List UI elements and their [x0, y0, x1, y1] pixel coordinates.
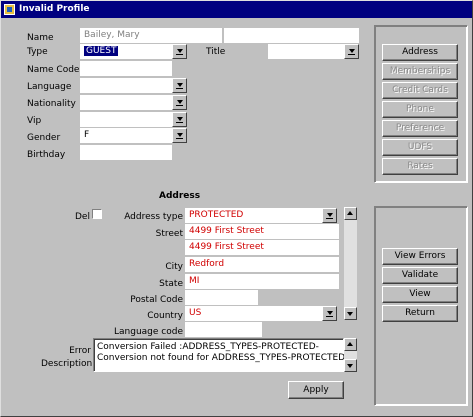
- language-field[interactable]: [80, 78, 172, 93]
- title-dropdown-button[interactable]: [344, 44, 359, 59]
- city-label: City: [165, 262, 183, 272]
- window-title: Invalid Profile: [19, 4, 90, 14]
- view-button[interactable]: View: [382, 286, 458, 303]
- language-label: Language: [27, 82, 72, 92]
- country-label: Country: [147, 311, 183, 321]
- title-label: Title: [206, 47, 226, 57]
- address-type-dropdown-button[interactable]: [322, 208, 337, 223]
- nationality-field[interactable]: [80, 95, 172, 110]
- gender-dropdown-button[interactable]: [172, 128, 187, 143]
- error-description-box[interactable]: Conversion Failed :ADDRESS_TYPES-PROTECT…: [93, 338, 346, 372]
- vip-label: Vip: [27, 116, 42, 126]
- address-button[interactable]: Address: [382, 44, 458, 61]
- postal-code-field[interactable]: [185, 290, 258, 305]
- birthday-field[interactable]: [80, 145, 172, 160]
- title-field[interactable]: [268, 44, 344, 59]
- state-label: State: [159, 279, 183, 289]
- country-field[interactable]: US: [185, 306, 322, 321]
- street-field-1[interactable]: 4499 First Street: [185, 224, 339, 239]
- udfs-button[interactable]: UDFS: [382, 139, 458, 156]
- type-field[interactable]: GUEST: [80, 44, 172, 59]
- birthday-label: Birthday: [27, 150, 66, 160]
- street-field-2[interactable]: 4499 First Street: [185, 240, 339, 255]
- state-field[interactable]: MI: [185, 274, 339, 289]
- first-name-field[interactable]: [224, 28, 359, 43]
- memberships-button[interactable]: Memberships: [382, 63, 458, 80]
- error-line-2: Conversion not found for ADDRESS_TYPES-P…: [97, 353, 346, 363]
- type-label: Type: [27, 47, 48, 57]
- language-dropdown-button[interactable]: [172, 78, 187, 93]
- language-code-label: Language code: [114, 327, 183, 337]
- gender-field[interactable]: F: [80, 128, 172, 143]
- error-line-1: Conversion Failed :ADDRESS_TYPES-PROTECT…: [97, 342, 319, 352]
- description-label: Description: [41, 359, 93, 369]
- name-code-field[interactable]: [80, 61, 172, 76]
- credit-cards-button[interactable]: Credit Cards: [382, 82, 458, 99]
- title-bar: Invalid Profile: [1, 1, 472, 18]
- error-label: Error: [69, 346, 91, 356]
- vip-dropdown-button[interactable]: [172, 112, 187, 127]
- address-heading: Address: [159, 191, 201, 201]
- scroll-down-arrow-icon[interactable]: [344, 307, 357, 320]
- error-scroll-up-icon[interactable]: [344, 338, 357, 351]
- gender-label: Gender: [27, 133, 61, 143]
- phone-button[interactable]: Phone: [382, 101, 458, 118]
- name-label: Name: [27, 33, 54, 43]
- apply-button[interactable]: Apply: [288, 381, 344, 399]
- app-icon: [4, 4, 15, 15]
- return-button[interactable]: Return: [382, 305, 458, 322]
- name-code-label: Name Code: [27, 65, 80, 75]
- address-scrollbar[interactable]: [344, 207, 357, 320]
- vip-field[interactable]: [80, 112, 172, 127]
- address-type-field[interactable]: PROTECTED: [185, 208, 322, 223]
- address-type-label: Address type: [124, 212, 183, 222]
- preference-button[interactable]: Preference: [382, 120, 458, 137]
- nationality-label: Nationality: [27, 99, 76, 109]
- invalid-profile-window: Invalid Profile Name Bailey, Mary Type G…: [0, 0, 473, 417]
- error-scroll-down-icon[interactable]: [344, 359, 357, 372]
- country-dropdown-button[interactable]: [322, 306, 337, 321]
- nationality-dropdown-button[interactable]: [172, 95, 187, 110]
- city-field[interactable]: Redford: [185, 257, 339, 272]
- street-label: Street: [155, 229, 183, 239]
- scroll-up-arrow-icon[interactable]: [344, 207, 357, 220]
- validate-button[interactable]: Validate: [382, 267, 458, 284]
- type-dropdown-button[interactable]: [172, 44, 187, 59]
- view-errors-button[interactable]: View Errors: [382, 248, 458, 265]
- postal-code-label: Postal Code: [130, 295, 183, 305]
- language-code-field[interactable]: [185, 322, 262, 337]
- name-field[interactable]: Bailey, Mary: [80, 28, 222, 43]
- error-scrollbar[interactable]: [344, 338, 357, 372]
- del-label: Del: [75, 212, 90, 222]
- rates-button[interactable]: Rates: [382, 158, 458, 175]
- type-value: GUEST: [84, 46, 119, 56]
